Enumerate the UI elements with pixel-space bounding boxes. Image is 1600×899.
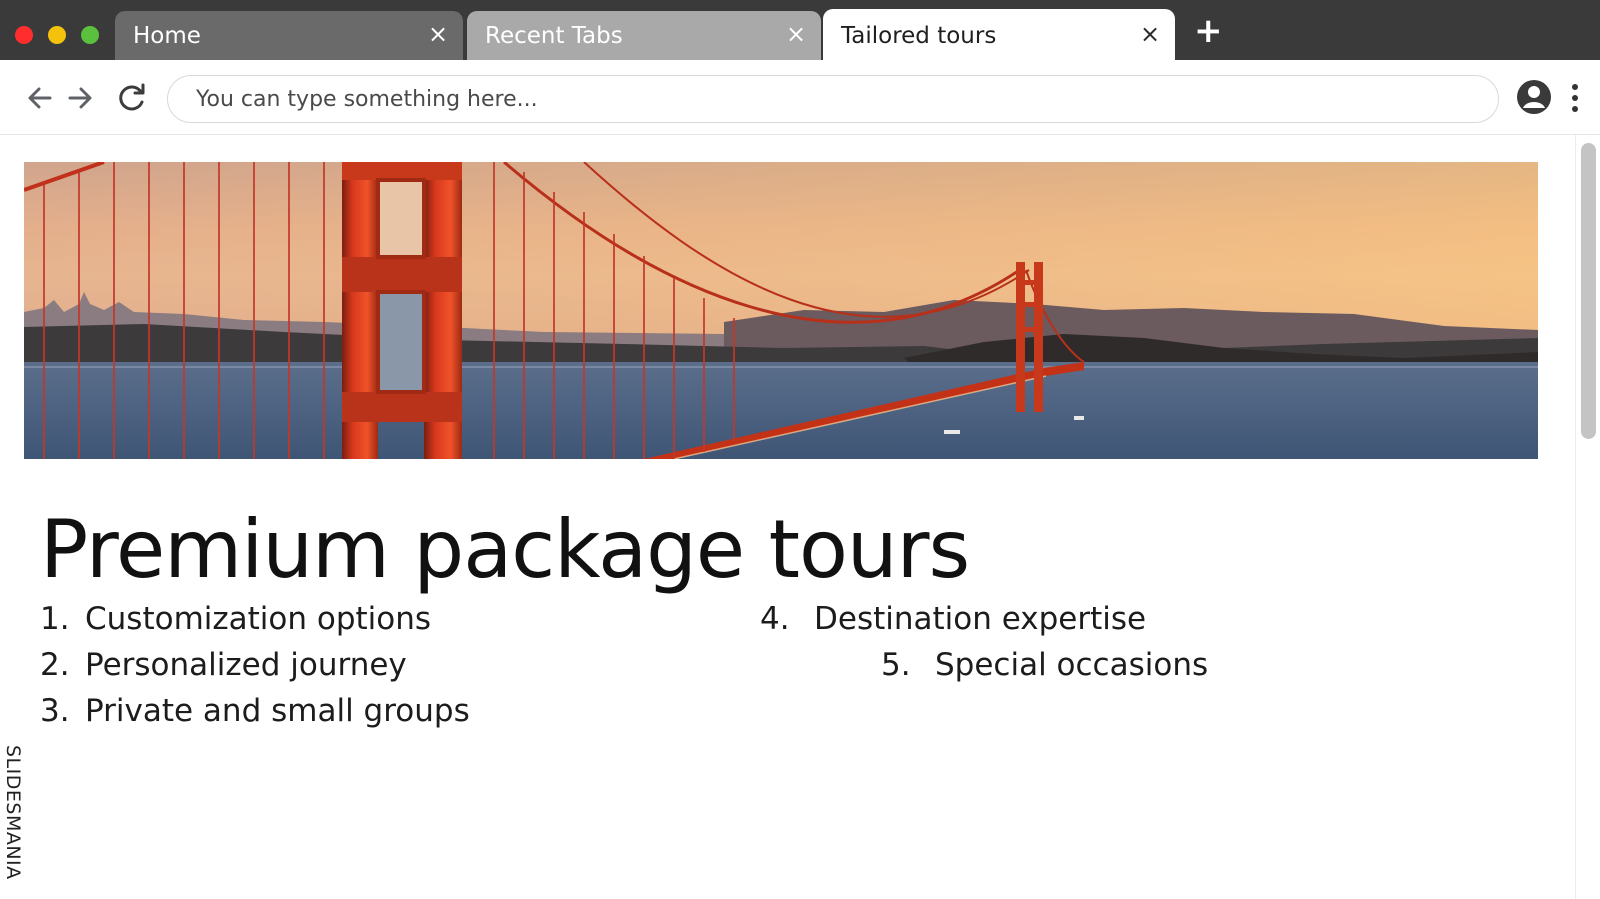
address-bar[interactable] <box>167 75 1499 123</box>
list-number: 3. <box>40 693 70 729</box>
list-text: Special occasions <box>935 647 1209 683</box>
back-button[interactable] <box>22 80 58 116</box>
window-minimize-button[interactable] <box>48 26 66 44</box>
scrollbar-thumb[interactable] <box>1581 143 1596 439</box>
page-title: Premium package tours <box>40 503 970 596</box>
kebab-menu-icon[interactable] <box>1568 82 1582 114</box>
list-number: 5. <box>881 647 911 683</box>
forward-button[interactable] <box>62 80 98 116</box>
tab-tailored-tours[interactable]: Tailored tours × <box>823 9 1175 60</box>
tab-strip: Home × Recent Tabs × Tailored tours × + <box>0 0 1600 60</box>
tab-home[interactable]: Home × <box>115 11 463 60</box>
list-number: 4. <box>760 601 790 637</box>
address-input[interactable] <box>196 84 1476 114</box>
page-content: Premium package tours 1. Customization o… <box>0 135 1575 899</box>
golden-gate-bridge-banner <box>24 162 1538 459</box>
tab-label: Recent Tabs <box>485 23 623 49</box>
watermark-text: SLIDESMANIA <box>2 745 24 880</box>
new-tab-button[interactable]: + <box>1194 14 1223 48</box>
browser-toolbar <box>0 60 1600 135</box>
reload-icon <box>119 83 145 111</box>
profile-button[interactable] <box>1515 78 1553 116</box>
list-number: 1. <box>40 601 70 637</box>
user-circle-icon <box>1517 80 1551 114</box>
arrow-left-icon <box>28 87 52 109</box>
list-text: Private and small groups <box>85 693 470 729</box>
list-text: Destination expertise <box>814 601 1147 637</box>
reload-button[interactable] <box>114 80 150 116</box>
list-number: 2. <box>40 647 70 683</box>
tab-label: Home <box>133 23 201 49</box>
tab-recent-tabs[interactable]: Recent Tabs × <box>467 11 821 60</box>
close-icon[interactable]: × <box>1139 21 1161 47</box>
banner-image <box>24 162 1538 459</box>
list-text: Personalized journey <box>85 647 407 683</box>
vertical-scrollbar[interactable] <box>1575 135 1600 899</box>
window-maximize-button[interactable] <box>81 26 99 44</box>
close-icon[interactable]: × <box>785 21 807 47</box>
window-close-button[interactable] <box>15 26 33 44</box>
list-text: Customization options <box>85 601 432 637</box>
watermark: SLIDESMANIA <box>2 745 26 895</box>
arrow-right-icon <box>68 87 92 109</box>
tab-label: Tailored tours <box>841 23 997 49</box>
close-icon[interactable]: × <box>427 21 449 47</box>
